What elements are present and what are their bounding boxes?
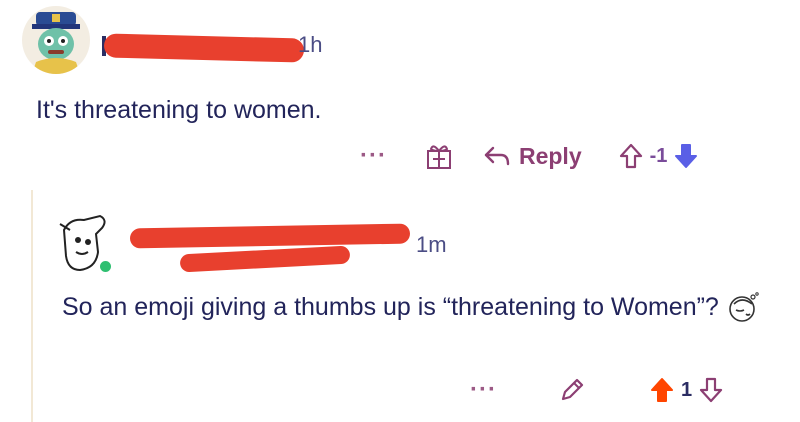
upvote-outline-icon[interactable] [618, 142, 644, 170]
upvote-filled-icon[interactable] [649, 376, 675, 404]
pencil-icon[interactable] [557, 375, 587, 405]
vote-score: 1 [680, 378, 693, 401]
more-options-button[interactable]: ··· [470, 376, 497, 404]
more-options-button[interactable]: ··· [360, 142, 387, 170]
facepalm-emoji [726, 292, 760, 324]
reply-button[interactable]: Reply [483, 143, 582, 170]
reply-label: Reply [518, 142, 582, 169]
online-status-indicator [97, 258, 114, 275]
reply-arrow-icon [483, 144, 511, 168]
redaction-mark [179, 245, 351, 273]
comment-action-bar: ··· 1 [470, 370, 724, 410]
vote-score: -1 [649, 144, 668, 167]
thread-line [31, 190, 33, 422]
comment-body: It's threatening to women. [36, 96, 322, 124]
redaction-mark [129, 223, 411, 249]
comment-time: 1m [416, 232, 447, 257]
comment-text: So an emoji giving a thumbs up is “threa… [62, 293, 719, 321]
gift-icon[interactable] [425, 141, 453, 171]
avatar-cartoon-icon [32, 12, 80, 74]
downvote-filled-icon[interactable] [673, 142, 699, 170]
comment-time: 1h [298, 32, 323, 57]
avatar[interactable] [22, 6, 90, 74]
comment-action-bar: ··· Reply -1 [360, 136, 699, 176]
downvote-outline-icon[interactable] [698, 376, 724, 404]
comment-body: So an emoji giving a thumbs up is “threa… [62, 289, 762, 325]
redaction-mark [103, 33, 305, 63]
